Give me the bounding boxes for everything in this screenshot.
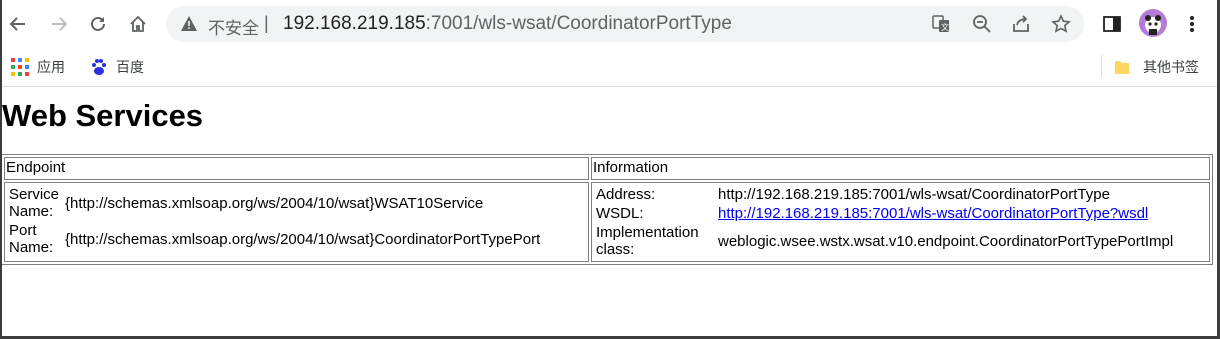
share-icon[interactable] [1009,12,1033,36]
table-header-row: Endpoint Information [4,157,1210,180]
endpoint-details: Service Name: {http://schemas.xmlsoap.or… [6,184,543,258]
url-text[interactable]: 192.168.219.185:7001/wls-wsat/Coordinato… [283,13,732,35]
address-bar[interactable]: 不安全 | 192.168.219.185:7001/wls-wsat/Coor… [166,6,1084,42]
bookmark-baidu-label: 百度 [116,60,144,76]
bookmarks-bar: 应用 百度 其他书签 [0,48,1220,87]
warning-icon[interactable] [180,15,198,33]
page-title: Web Services [2,98,204,133]
service-name-label: Service Name: [9,186,60,220]
port-name-label: Port Name: [9,222,54,256]
apps-grid-icon [11,58,29,76]
implementation-class-value: weblogic.wsee.wstx.wsat.v10.endpoint.Coo… [718,232,1174,250]
service-name-value: {http://schemas.xmlsoap.org/ws/2004/10/w… [65,194,484,212]
insecure-label[interactable]: 不安全 [208,14,259,39]
zoom-out-icon[interactable] [970,12,994,36]
wsdl-link[interactable]: http://192.168.219.185:7001/wls-wsat/Coo… [718,205,1148,222]
bookmark-other[interactable]: 其他书签 [1113,55,1199,79]
implementation-class-label: Implementation class: [596,224,699,258]
svg-text:文: 文 [941,22,949,32]
home-icon[interactable] [123,9,153,39]
information-details: Address: http://192.168.219.185:7001/wls… [593,184,1176,260]
bookmark-apps[interactable]: 应用 [11,55,65,79]
address-label: Address: [596,186,656,203]
browser-toolbar: 不安全 | 192.168.219.185:7001/wls-wsat/Coor… [0,0,1220,48]
endpoint-cell: Service Name: {http://schemas.xmlsoap.or… [4,182,589,262]
forward-icon[interactable] [44,9,74,39]
more-menu-icon[interactable] [1179,11,1205,37]
table-row: Service Name: {http://schemas.xmlsoap.or… [4,182,1210,262]
back-icon[interactable] [3,9,33,39]
folder-icon [1115,61,1129,74]
information-cell: Address: http://192.168.219.185:7001/wls… [591,182,1210,262]
port-name-value: {http://schemas.xmlsoap.org/ws/2004/10/w… [65,230,541,248]
baidu-paw-icon [92,59,106,75]
reload-icon[interactable] [83,9,113,39]
side-panel-icon[interactable] [1099,11,1125,37]
information-header: Information [591,157,1210,180]
omnibox-separator: | [264,13,269,33]
star-icon[interactable] [1049,12,1073,36]
endpoint-header: Endpoint [4,157,589,180]
address-value: http://192.168.219.185:7001/wls-wsat/Coo… [718,186,1110,203]
translate-icon[interactable]: 文 [929,12,953,36]
bookmarks-divider [1101,55,1102,77]
url-path: :7001/wls-wsat/CoordinatorPortType [425,13,732,34]
web-services-table: Endpoint Information Service Name: {http… [1,154,1213,265]
bookmark-other-label: 其他书签 [1143,60,1199,76]
bookmark-apps-label: 应用 [37,60,65,76]
wsdl-label: WSDL: [596,205,644,222]
bookmark-baidu[interactable]: 百度 [90,55,144,79]
profile-avatar[interactable] [1139,9,1167,37]
url-host: 192.168.219.185 [283,13,426,34]
